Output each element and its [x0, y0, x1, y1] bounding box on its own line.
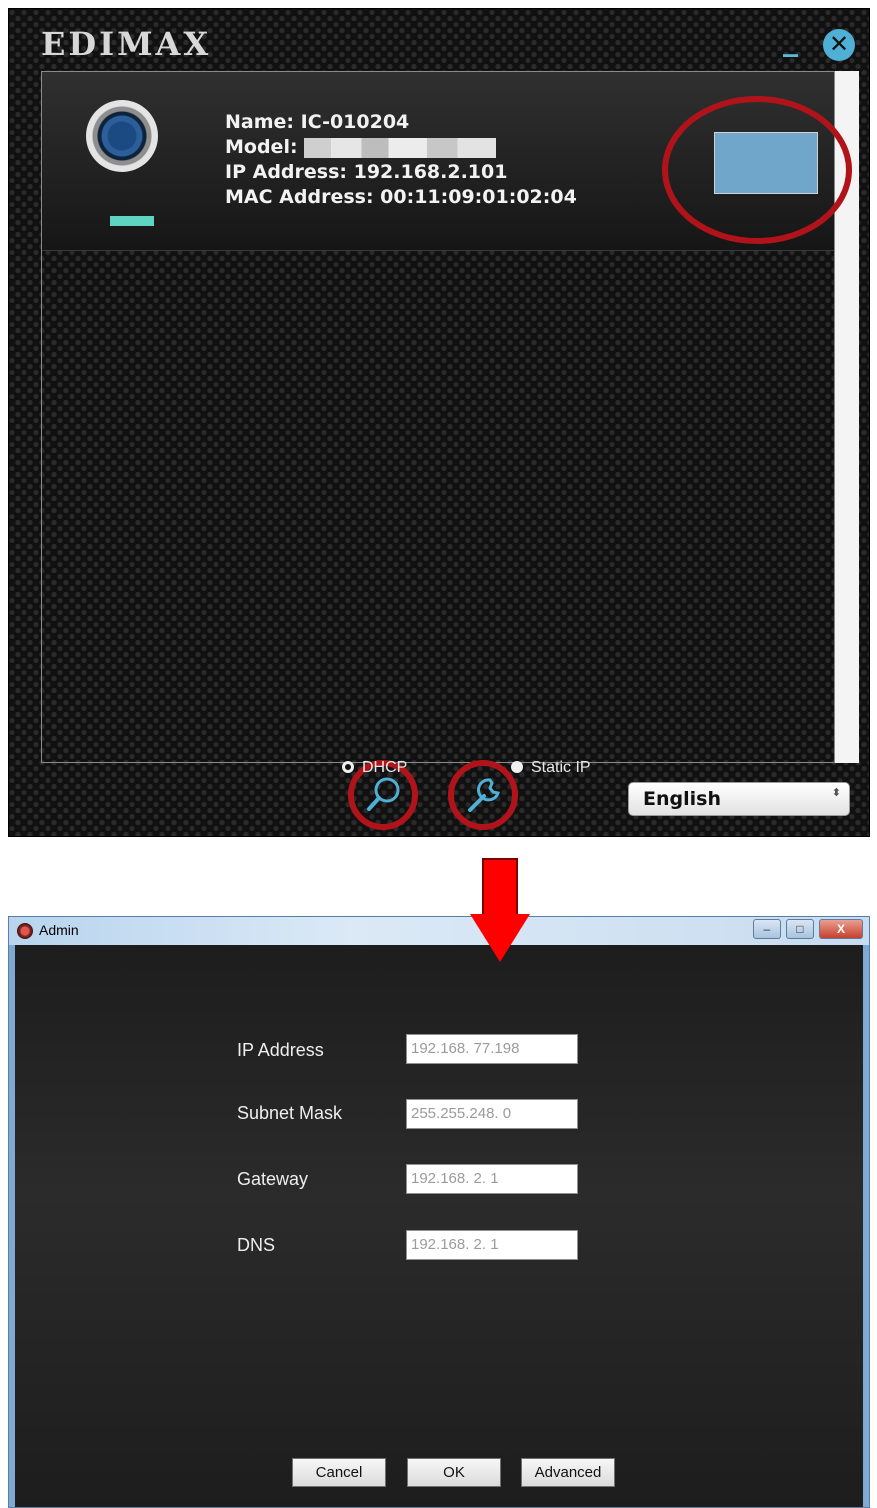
maximize-button[interactable]: □ [785, 919, 814, 939]
status-indicator [110, 216, 154, 226]
camera-icon [86, 100, 158, 172]
wrench-icon [468, 778, 500, 812]
radio-button-checked[interactable] [342, 761, 354, 773]
admin-body [15, 945, 863, 1507]
minimize-button[interactable]: – [752, 919, 781, 939]
highlight-circle [662, 96, 852, 244]
radio-static-ip[interactable]: Static IP [511, 759, 591, 777]
radio-static-label: Static IP [531, 759, 591, 776]
dns-label: DNS [237, 1235, 276, 1255]
language-select[interactable]: English ⬍ [628, 782, 850, 816]
device-name: Name: IC-010204 [225, 111, 410, 133]
device-model: Model: [225, 135, 577, 160]
chevron-updown-icon: ⬍ [831, 786, 841, 799]
ip-address-field[interactable]: 192.168. 77.198 [406, 1034, 578, 1064]
device-info: Name: IC-010204 Model: IP Address: 192.1… [225, 110, 577, 210]
radio-button[interactable] [511, 761, 523, 773]
close-button[interactable]: X [819, 919, 863, 939]
admin-titlebar: Admin – □ X [9, 917, 869, 945]
settings-button[interactable] [448, 760, 518, 830]
advanced-button[interactable]: Advanced [521, 1458, 615, 1487]
dns-field[interactable]: 192.168. 2. 1 [406, 1230, 578, 1260]
admin-dialog: Admin – □ X [8, 916, 870, 1508]
ok-button[interactable]: OK [407, 1458, 501, 1487]
language-selected-value: English [643, 788, 721, 810]
window-controls: – □ X [752, 919, 863, 939]
ip-address-label: IP Address [237, 1040, 324, 1060]
gateway-field[interactable]: 192.168. 2. 1 [406, 1164, 578, 1194]
arrow-head [470, 914, 530, 962]
radio-dhcp[interactable]: DHCP [342, 759, 407, 777]
subnet-mask-label: Subnet Mask [237, 1103, 343, 1123]
app-icon [17, 923, 33, 939]
gateway-label: Gateway [237, 1169, 309, 1189]
cancel-button[interactable]: Cancel [292, 1458, 386, 1487]
minimize-button[interactable]: _ [783, 21, 807, 61]
subnet-mask-field[interactable]: 255.255.248. 0 [406, 1099, 578, 1129]
device-mac: MAC Address: 00:11:09:01:02:04 [225, 186, 577, 208]
close-icon[interactable]: ✕ [823, 29, 855, 61]
edimax-logo: EDIMAX [41, 25, 212, 63]
redacted-model [304, 137, 497, 158]
radio-dhcp-label: DHCP [362, 759, 408, 776]
window-title: Admin [39, 922, 79, 938]
device-ip: IP Address: 192.168.2.101 [225, 161, 508, 183]
